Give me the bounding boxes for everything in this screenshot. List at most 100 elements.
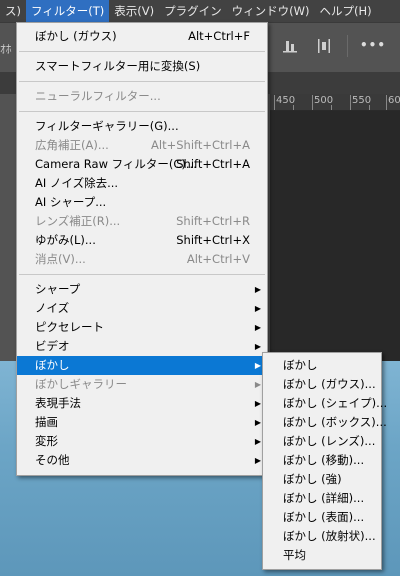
- menu-item-shortcut: Alt+Shift+Ctrl+A: [151, 138, 250, 152]
- menu-item-view[interactable]: 表示(V): [109, 0, 159, 22]
- menu-item-shortcut: Shift+Ctrl+A: [176, 157, 250, 171]
- submenu-item-motion-blur[interactable]: ぼかし (移動)...: [263, 451, 381, 470]
- menu-item-shortcut: Shift+Ctrl+X: [176, 233, 250, 247]
- submenu-arrow-icon: ▶: [254, 399, 261, 408]
- submenu-item-label: ぼかし (ボックス)...: [283, 415, 387, 429]
- menu-item-label: ぼかし (ガウス): [35, 29, 117, 43]
- menu-item-label: フィルターギャラリー(G)...: [35, 119, 179, 133]
- menu-item-noise[interactable]: ノイズ ▶: [17, 299, 267, 318]
- menu-item-window[interactable]: ウィンドウ(W): [227, 0, 315, 22]
- submenu-arrow-icon: ▶: [254, 342, 261, 351]
- menu-item-label: ゆがみ(L)...: [35, 233, 96, 247]
- menu-item-label: 表現手法: [35, 396, 81, 410]
- menu-item-label: 変形: [35, 434, 58, 448]
- menu-item-blur-gallery: ぼかしギャラリー ▶: [17, 375, 267, 394]
- submenu-item-label: 平均: [283, 548, 306, 562]
- submenu-item-label: ぼかし (強): [283, 472, 342, 486]
- submenu-arrow-icon: ▶: [254, 380, 261, 389]
- submenu-arrow-icon: ▶: [254, 304, 261, 313]
- menu-item-label: ぼかし: [35, 358, 70, 372]
- menu-item-ai-sharpen[interactable]: AI シャープ...: [17, 193, 267, 212]
- ruler-tick: [312, 95, 313, 110]
- ruler-tick: [350, 95, 351, 110]
- submenu-item-box-blur[interactable]: ぼかし (ボックス)...: [263, 413, 387, 432]
- menu-item-help[interactable]: ヘルプ(H): [314, 0, 376, 22]
- submenu-item-gaussian-blur[interactable]: ぼかし (ガウス)...: [263, 375, 381, 394]
- submenu-arrow-icon: ▶: [254, 437, 261, 446]
- submenu-item-label: ぼかし (詳細)...: [283, 491, 365, 505]
- menu-item-label: ビデオ: [35, 339, 70, 353]
- menu-item-sharpen[interactable]: シャープ ▶: [17, 280, 267, 299]
- menu-item-pixelate[interactable]: ピクセレート ▶: [17, 318, 267, 337]
- ruler-tick: [386, 95, 387, 110]
- menu-item-shortcut: Alt+Ctrl+F: [188, 29, 250, 43]
- submenu-item-surface-blur[interactable]: ぼかし (表面)...: [263, 508, 381, 527]
- menu-item-label: 消点(V)...: [35, 252, 86, 266]
- menu-item-liquify[interactable]: ゆがみ(L)... Shift+Ctrl+X: [17, 231, 267, 250]
- submenu-item-smart-blur[interactable]: ぼかし (詳細)...: [263, 489, 381, 508]
- submenu-item-lens-blur[interactable]: ぼかし (レンズ)...: [263, 432, 381, 451]
- menu-item-label: ノイズ: [35, 301, 70, 315]
- menu-item-plugins[interactable]: プラグイン: [159, 0, 227, 22]
- submenu-arrow-icon: ▶: [254, 361, 261, 370]
- menu-item-stylize[interactable]: 表現手法 ▶: [17, 394, 267, 413]
- menu-item-label: その他: [35, 453, 70, 467]
- submenu-item-label: ぼかし (シェイプ)...: [283, 396, 388, 410]
- menu-separator: [19, 51, 265, 52]
- distribute-icon[interactable]: [313, 35, 335, 57]
- menu-item-shortcut: Shift+Ctrl+R: [176, 214, 250, 228]
- menu-separator: [19, 81, 265, 82]
- submenu-item-shape-blur[interactable]: ぼかし (シェイプ)...: [263, 394, 387, 413]
- menu-item-other[interactable]: その他 ▶: [17, 451, 267, 470]
- submenu-item-average[interactable]: 平均: [263, 546, 381, 565]
- submenu-item-label: ぼかし (ガウス)...: [283, 377, 376, 391]
- ruler-tick: [331, 105, 332, 110]
- ruler-tick: [293, 105, 294, 110]
- menu-item-neural-filters: ニューラルフィルター...: [17, 87, 267, 106]
- submenu-item-label: ぼかし (移動)...: [283, 453, 365, 467]
- menu-item-filter[interactable]: フィルター(T): [26, 0, 110, 22]
- more-options-icon[interactable]: •••: [360, 38, 386, 52]
- menu-bar: ス) フィルター(T) 表示(V) プラグイン ウィンドウ(W) ヘルプ(H): [0, 0, 400, 22]
- menu-item-label: AI シャープ...: [35, 195, 107, 209]
- menu-item-label: ニューラルフィルター...: [35, 89, 161, 103]
- menu-item-ai-denoise[interactable]: AI ノイズ除去...: [17, 174, 267, 193]
- menu-item-partial[interactable]: ス): [0, 0, 26, 22]
- menu-item-filter-gallery[interactable]: フィルターギャラリー(G)...: [17, 117, 267, 136]
- submenu-item-label: ぼかし (表面)...: [283, 510, 365, 524]
- toolbar-divider: [347, 35, 348, 57]
- menu-item-label: Camera Raw フィルター(C)...: [35, 157, 197, 171]
- menu-item-blur[interactable]: ぼかし ▶: [17, 356, 267, 375]
- menu-item-label: 広角補正(A)...: [35, 138, 109, 152]
- menu-item-distort[interactable]: 変形 ▶: [17, 432, 267, 451]
- menu-item-camera-raw[interactable]: Camera Raw フィルター(C)... Shift+Ctrl+A: [17, 155, 267, 174]
- menu-item-shortcut: Alt+Ctrl+V: [186, 252, 250, 266]
- menu-item-label: 描画: [35, 415, 58, 429]
- submenu-item-label: ぼかし (放射状)...: [283, 529, 376, 543]
- blur-submenu: ぼかし ぼかし (ガウス)... ぼかし (シェイプ)... ぼかし (ボックス…: [262, 352, 387, 570]
- submenu-item-radial-blur[interactable]: ぼかし (放射状)...: [263, 527, 381, 546]
- submenu-arrow-icon: ▶: [254, 323, 261, 332]
- align-bottom-icon[interactable]: [279, 35, 301, 57]
- submenu-item-blur[interactable]: ぼかし: [263, 356, 381, 375]
- submenu-item-blur-more[interactable]: ぼかし (強): [263, 470, 381, 489]
- submenu-arrow-icon: ▶: [254, 418, 261, 427]
- filter-menu: ぼかし (ガウス) Alt+Ctrl+F スマートフィルター用に変換(S) ニュ…: [16, 22, 268, 476]
- ruler-tick: [274, 95, 275, 110]
- submenu-item-label: ぼかし: [283, 358, 318, 372]
- menu-item-adaptive-wide-angle: 広角補正(A)... Alt+Shift+Ctrl+A: [17, 136, 267, 155]
- ruler-tick: [369, 105, 370, 110]
- menu-item-label: レンズ補正(R)...: [35, 214, 121, 228]
- ruler-label: 60: [388, 95, 400, 106]
- menu-separator: [19, 111, 265, 112]
- menu-item-convert-smart-filter[interactable]: スマートフィルター用に変換(S): [17, 57, 267, 76]
- menu-item-label: ぼかしギャラリー: [35, 377, 127, 391]
- canvas-workspace: [270, 111, 400, 361]
- menu-item-render[interactable]: 描画 ▶: [17, 413, 267, 432]
- menu-item-last-filter[interactable]: ぼかし (ガウス) Alt+Ctrl+F: [17, 27, 267, 46]
- menu-item-video[interactable]: ビデオ ▶: [17, 337, 267, 356]
- menu-item-label: スマートフィルター用に変換(S): [35, 59, 201, 73]
- options-bar-cut-text: ｵﾎ: [0, 42, 12, 56]
- menu-item-vanishing-point: 消点(V)... Alt+Ctrl+V: [17, 250, 267, 269]
- horizontal-ruler: 450 500 550 60: [270, 94, 400, 111]
